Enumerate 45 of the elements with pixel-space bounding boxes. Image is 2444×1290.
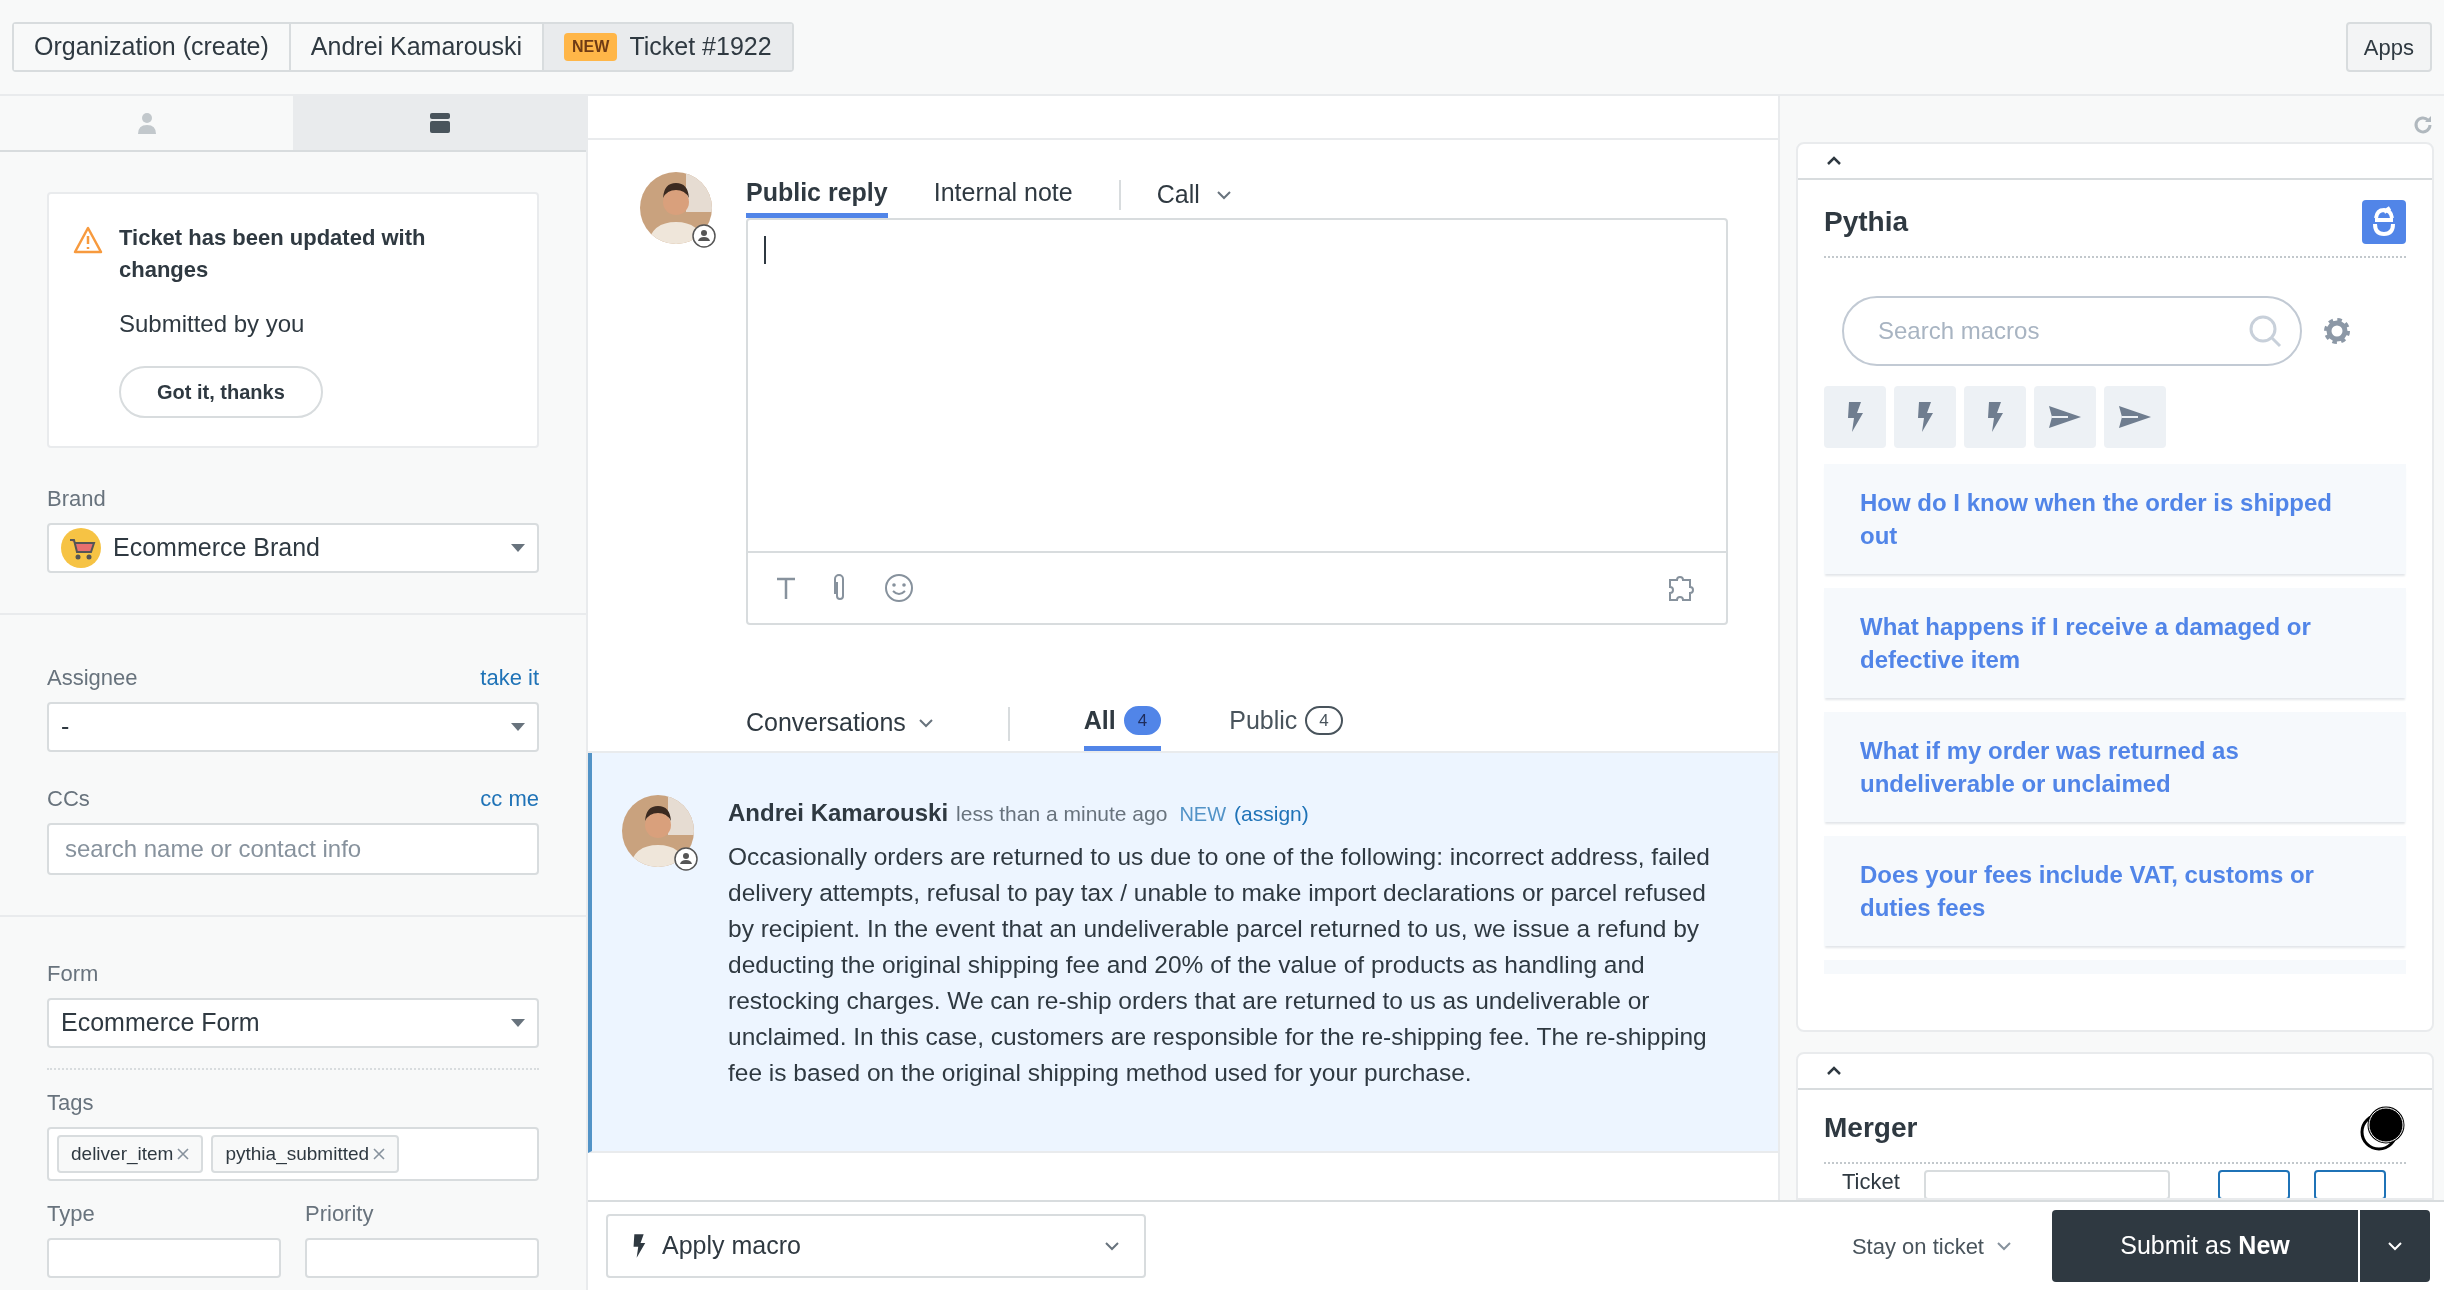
- alert-text: Submitted by you: [119, 309, 305, 339]
- composer-tab[interactable]: Internal note: [933, 172, 1073, 218]
- app-title: Pythia: [1824, 205, 1909, 239]
- ticket-tab-label: Organization (create): [34, 31, 269, 63]
- apps-button[interactable]: Apps: [2345, 22, 2432, 72]
- ticket-tab-label: Ticket #1922: [629, 31, 772, 63]
- tag-chip: pythia_submitted: [211, 1135, 400, 1173]
- message-time: less than a minute ago: [956, 801, 1168, 827]
- conversation-tab[interactable]: Public 4: [1229, 695, 1343, 751]
- ticket-tab[interactable]: NEW Ticket #1922: [542, 24, 792, 70]
- field-label: Brand: [47, 485, 106, 513]
- count-badge: 4: [1305, 705, 1343, 736]
- field-label: Form: [47, 960, 99, 988]
- field-label: CCs: [47, 785, 90, 813]
- conversation-tab-label: All: [1083, 704, 1116, 736]
- conversation-tab-label: Public: [1229, 704, 1298, 736]
- conversations-dropdown[interactable]: Conversations: [746, 695, 934, 751]
- select-field[interactable]: Ecommerce Brand: [47, 523, 539, 573]
- select-field[interactable]: -: [47, 702, 539, 752]
- field-link[interactable]: cc me: [480, 782, 539, 815]
- tags-input-field[interactable]: deliver_item pythia_submitted: [47, 1127, 539, 1181]
- stay-on-ticket-dropdown[interactable]: Stay on ticket: [1851, 1229, 2012, 1263]
- field-label: Ticket: [1842, 1170, 1900, 1194]
- alert-title: Ticket has been updated with changes: [119, 224, 427, 284]
- select-field[interactable]: Ecommerce Form: [47, 998, 539, 1048]
- channel-dropdown[interactable]: Call: [1156, 176, 1232, 214]
- ccs-input-field[interactable]: search name or contact info: [47, 823, 539, 875]
- composer-tab[interactable]: Public reply: [746, 172, 888, 218]
- ticket-tab-label: Andrei Kamarouski: [310, 31, 523, 63]
- field-label: Type: [47, 1200, 96, 1228]
- field-link[interactable]: take it: [480, 661, 539, 694]
- field-label: Tags: [47, 1089, 94, 1117]
- count-badge: 4: [1123, 705, 1162, 736]
- tag-chip: deliver_item: [57, 1135, 204, 1173]
- assign-link[interactable]: (assign): [1234, 798, 1309, 830]
- status-badge: NEW: [564, 33, 618, 61]
- macro-search-field[interactable]: Search macros: [1842, 296, 2302, 366]
- message-body: Occasionally orders are returned to us due to one of the following: incorrect address, failed delivery attempts, refusal to pay tax / unable to make import declarations or parcel refused by recipient. In the event that an undeliverable parcel returned to us, we issue a refund by deducting the original shipping fee and 20% of the value of products as handling and restocking charges. We can re-ship orders that are returned to us as undeliverable or unclaimed. In this case, customers are responsible for the re-shipping fee. The re-shipping fee is based on the original shipping method used for your purchase.: [728, 842, 1711, 1088]
- field-label: Assignee: [47, 664, 138, 692]
- app-title: Merger: [1824, 1111, 1918, 1145]
- field-label: Priority: [305, 1200, 375, 1228]
- got-it-button[interactable]: Got it, thanks: [119, 366, 323, 418]
- message-author: Andrei Kamarouski: [728, 798, 949, 828]
- status-label: NEW: [1179, 802, 1227, 827]
- apply-macro-dropdown[interactable]: Apply macro: [606, 1214, 1146, 1278]
